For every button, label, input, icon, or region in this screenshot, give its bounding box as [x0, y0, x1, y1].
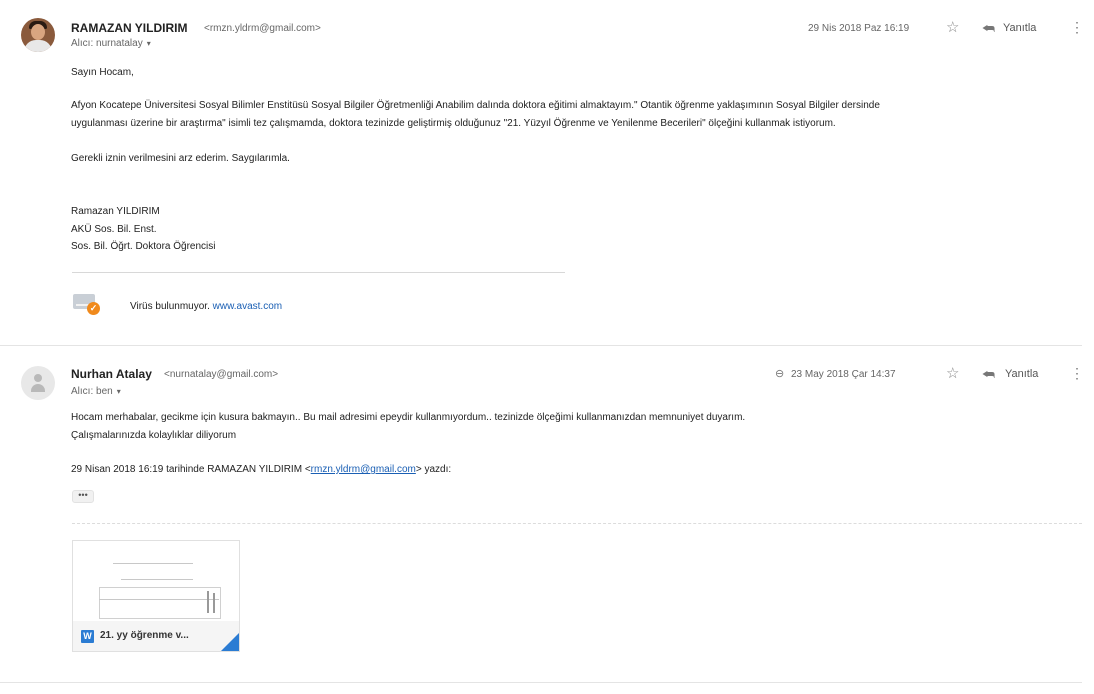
- chevron-down-icon[interactable]: ▾: [117, 387, 121, 396]
- quote-suffix: > yazdı:: [415, 464, 452, 475]
- preview-table: [99, 587, 221, 619]
- star-icon[interactable]: ☆: [946, 20, 959, 35]
- body-request: Gerekli iznin verilmesini arz ederim. Sa…: [71, 153, 290, 164]
- body-paragraph-line: uygulanması üzerine bir araştırma" isiml…: [71, 118, 836, 129]
- sender-email: <rmzn.yldrm@gmail.com>: [204, 23, 321, 34]
- message-date: 23 May 2018 Çar 14:37: [791, 369, 896, 380]
- avast-link[interactable]: www.avast.com: [213, 301, 282, 312]
- body-greeting: Sayın Hocam,: [71, 67, 134, 78]
- attachment-corner-fold: [221, 633, 239, 651]
- preview-line: [207, 591, 209, 613]
- sender-email: <nurnatalay@gmail.com>: [164, 369, 279, 380]
- attachment-card[interactable]: W 21. yy öğrenme v...: [72, 540, 240, 652]
- quote-email-link[interactable]: rmzn.yldrm@gmail.com: [311, 464, 416, 475]
- avatar-person-body: [31, 384, 45, 392]
- sender-avatar[interactable]: [21, 366, 55, 400]
- attachment-divider: [72, 523, 1082, 524]
- signature-institution: AKÜ Sos. Bil. Enst.: [71, 224, 157, 235]
- quote-header: 29 Nisan 2018 16:19 tarihinde RAMAZAN YI…: [71, 464, 451, 475]
- preview-line: [113, 563, 193, 564]
- word-file-icon: W: [81, 630, 94, 643]
- reply-icon[interactable]: ⮪: [982, 21, 995, 35]
- quote-prefix: 29 Nisan 2018 16:19 tarihinde RAMAZAN YI…: [71, 464, 311, 475]
- avatar-person-head: [34, 374, 42, 382]
- avatar-face: [31, 24, 45, 40]
- attachment-name: 21. yy öğrenme v...: [100, 630, 189, 641]
- preview-line: [121, 579, 193, 580]
- attachment-clip-icon: ⊖: [775, 368, 785, 380]
- body-line: Hocam merhabalar, gecikme için kusura ba…: [71, 412, 746, 423]
- body-paragraph-line: Afyon Kocatepe Üniversitesi Sosyal Bilim…: [71, 100, 880, 111]
- body-line: Çalışmalarınızda kolaylıklar diliyorum: [71, 430, 237, 441]
- signature-title: Sos. Bil. Öğrt. Doktora Öğrencisi: [71, 241, 216, 252]
- recipient-line[interactable]: Alıcı: ben ▾: [71, 386, 121, 397]
- bottom-divider: [0, 682, 1082, 683]
- message-date: 29 Nis 2018 Paz 16:19: [808, 23, 910, 34]
- avatar-shirt: [24, 40, 52, 52]
- recipient-label: Alıcı: ben: [71, 386, 113, 397]
- chevron-down-icon[interactable]: ▾: [147, 39, 151, 48]
- star-icon[interactable]: ☆: [946, 366, 959, 381]
- more-options-icon[interactable]: ⋮: [1070, 20, 1084, 34]
- signature-name: Ramazan YILDIRIM: [71, 206, 160, 217]
- preview-line: [99, 599, 219, 600]
- check-badge-icon: ✓: [87, 302, 100, 315]
- sender-name[interactable]: Nurhan Atalay: [71, 367, 152, 381]
- attachment-preview: [83, 549, 229, 621]
- preview-line: [213, 593, 215, 613]
- recipient-label: Alıcı: nurnatalay: [71, 38, 143, 49]
- sender-avatar[interactable]: [21, 18, 55, 52]
- reply-icon[interactable]: ⮪: [982, 367, 995, 381]
- message-1: RAMAZAN YILDIRIM <rmzn.yldrm@gmail.com> …: [0, 0, 1094, 345]
- avast-notice: Virüs bulunmuyor. www.avast.com: [130, 301, 282, 312]
- signature-divider: [72, 272, 565, 273]
- reply-button[interactable]: Yanıtla: [1005, 368, 1038, 380]
- avast-mail-icon: ✓: [73, 292, 100, 316]
- more-options-icon[interactable]: ⋮: [1070, 366, 1084, 380]
- reply-button[interactable]: Yanıtla: [1003, 22, 1036, 34]
- recipient-line[interactable]: Alıcı: nurnatalay ▾: [71, 38, 151, 49]
- sender-name[interactable]: RAMAZAN YILDIRIM: [71, 21, 187, 35]
- attachment-footer: W 21. yy öğrenme v...: [73, 621, 239, 651]
- avast-text: Virüs bulunmuyor.: [130, 301, 210, 312]
- show-trimmed-content-button[interactable]: •••: [72, 490, 94, 503]
